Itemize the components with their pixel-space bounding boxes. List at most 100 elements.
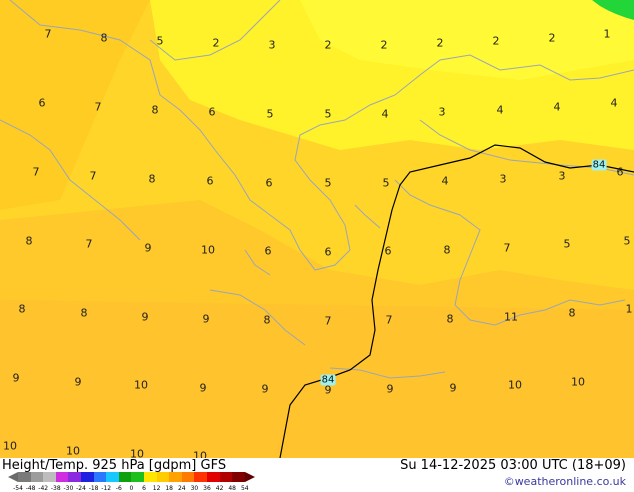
temperature-value: 6 xyxy=(616,165,624,179)
temperature-value: 6 xyxy=(265,176,273,190)
temperature-value: 10 xyxy=(193,449,207,459)
temperature-value: 3 xyxy=(438,105,446,119)
legend-tick-label: -18 xyxy=(88,485,99,492)
temperature-value: 6 xyxy=(384,244,392,258)
temperature-value: 9 xyxy=(141,310,149,324)
legend-tick-label: 54 xyxy=(240,485,249,492)
legend-tick-label: 12 xyxy=(152,485,161,492)
legend-swatch xyxy=(81,472,94,482)
geopotential-contour-label: 84 xyxy=(591,159,607,171)
temperature-value: 8 xyxy=(151,103,159,117)
temperature-value: 3 xyxy=(499,172,507,186)
temperature-value: 8 xyxy=(25,234,33,248)
temperature-value: 4 xyxy=(496,103,504,117)
legend-swatch xyxy=(219,472,233,482)
temperature-value: 1 xyxy=(603,27,611,41)
temperature-value: 2 xyxy=(380,38,388,52)
temperature-value: 7 xyxy=(385,313,393,327)
temperature-value: 8 xyxy=(18,302,26,316)
legend-arrow-left xyxy=(8,472,18,482)
temperature-value: 10 xyxy=(571,375,585,389)
temperature-value: 5 xyxy=(563,237,571,251)
legend-swatch xyxy=(30,472,44,482)
temperature-value: 10 xyxy=(201,243,215,257)
legend-tick-label: 6 xyxy=(142,485,146,492)
footer-bar: Height/Temp. 925 hPa [gdpm] GFS Su 14-12… xyxy=(0,458,634,492)
temperature-value: 7 xyxy=(44,27,52,41)
temperature-value: 6 xyxy=(324,245,332,259)
temperature-value: 8 xyxy=(100,31,108,45)
legend-tick-label: -48 xyxy=(25,485,36,492)
temperature-value: 2 xyxy=(436,36,444,50)
temperature-value: 7 xyxy=(89,169,97,183)
temperature-value: 5 xyxy=(324,176,332,190)
temperature-value: 2 xyxy=(492,34,500,48)
temperature-value: 2 xyxy=(212,36,220,50)
temperature-value: 5 xyxy=(324,107,332,121)
legend-swatch xyxy=(207,472,220,482)
legend-swatch xyxy=(93,472,107,482)
legend-swatch xyxy=(68,472,81,482)
legend-swatch xyxy=(131,472,144,482)
temperature-value: 10 xyxy=(508,378,522,392)
legend-swatch xyxy=(194,472,207,482)
legend-swatch xyxy=(232,472,245,482)
temperature-value: 10 xyxy=(3,439,17,453)
legend-tick-label: -12 xyxy=(101,485,112,492)
temperature-value: 8 xyxy=(568,306,576,320)
temperature-value: 3 xyxy=(268,38,276,52)
legend-tick-label: 30 xyxy=(190,485,199,492)
legend-arrow-right xyxy=(244,472,255,482)
temperature-value: 3 xyxy=(558,169,566,183)
temperature-value: 8 xyxy=(148,172,156,186)
temperature-value: 10 xyxy=(134,378,148,392)
legend-swatch xyxy=(144,472,157,482)
legend-tick-label: 0 xyxy=(129,485,134,492)
legend-tick-label: -24 xyxy=(76,485,86,492)
temperature-value: 8 xyxy=(446,312,454,326)
legend-swatch xyxy=(55,472,69,482)
temperature-map: 7 8 5 2 3 2 2 2 2 2 1 6 7 8 6 5 5 4 3 4 4 4 7 7 8 6 6 5 5 4 3 3 6 8 7 9 10 6 6… xyxy=(0,0,634,458)
temperature-value: 4 xyxy=(553,100,561,114)
map-title: Height/Temp. 925 hPa [gdpm] GFS xyxy=(2,458,227,473)
temperature-value: 7 xyxy=(503,241,511,255)
legend-swatch xyxy=(43,472,56,482)
legend-tick-label: -6 xyxy=(115,485,122,492)
temperature-value: 11 xyxy=(504,310,518,324)
temperature-value: 10 xyxy=(66,444,80,458)
legend-tick-label: -54 xyxy=(13,485,23,492)
credit-link[interactable]: ©weatheronline.co.uk xyxy=(504,475,626,488)
forecast-datetime: Su 14-12-2025 03:00 UTC (18+09) xyxy=(400,458,626,473)
temperature-value: 9 xyxy=(12,371,20,385)
legend-tick-label: 42 xyxy=(215,485,224,492)
temperature-value: 9 xyxy=(74,375,82,389)
legend-swatch xyxy=(181,472,195,482)
temperature-value: 5 xyxy=(623,234,631,248)
temperature-value: 9 xyxy=(261,382,269,396)
legend-tick-label: -38 xyxy=(50,485,61,492)
temperature-value: 7 xyxy=(324,314,332,328)
temperature-value: 9 xyxy=(449,381,457,395)
legend-swatch xyxy=(169,472,182,482)
temperature-value: 6 xyxy=(264,244,272,258)
temperature-value: 9 xyxy=(202,312,210,326)
legend-tick-label: 48 xyxy=(228,485,237,492)
legend-tick-label: 36 xyxy=(203,485,211,492)
temperature-value: 2 xyxy=(324,38,332,52)
temperature-value: 5 xyxy=(156,34,164,48)
legend-swatch xyxy=(156,472,170,482)
legend-swatch xyxy=(106,472,119,482)
temperature-value: 7 xyxy=(85,237,93,251)
geopotential-contour-label: 84 xyxy=(320,374,336,386)
temperature-value: 10 xyxy=(130,447,144,459)
temperature-value: 7 xyxy=(94,100,102,114)
legend-tick-label: 24 xyxy=(177,485,186,492)
temperature-value: 1 xyxy=(625,302,633,316)
temperature-value: 4 xyxy=(381,107,389,121)
temperature-value: 8 xyxy=(263,313,271,327)
temperature-value: 6 xyxy=(38,96,46,110)
temperature-value: 8 xyxy=(443,243,451,257)
legend-swatch xyxy=(118,472,132,482)
temperature-value: 2 xyxy=(548,31,556,45)
temperature-value: 5 xyxy=(266,107,274,121)
